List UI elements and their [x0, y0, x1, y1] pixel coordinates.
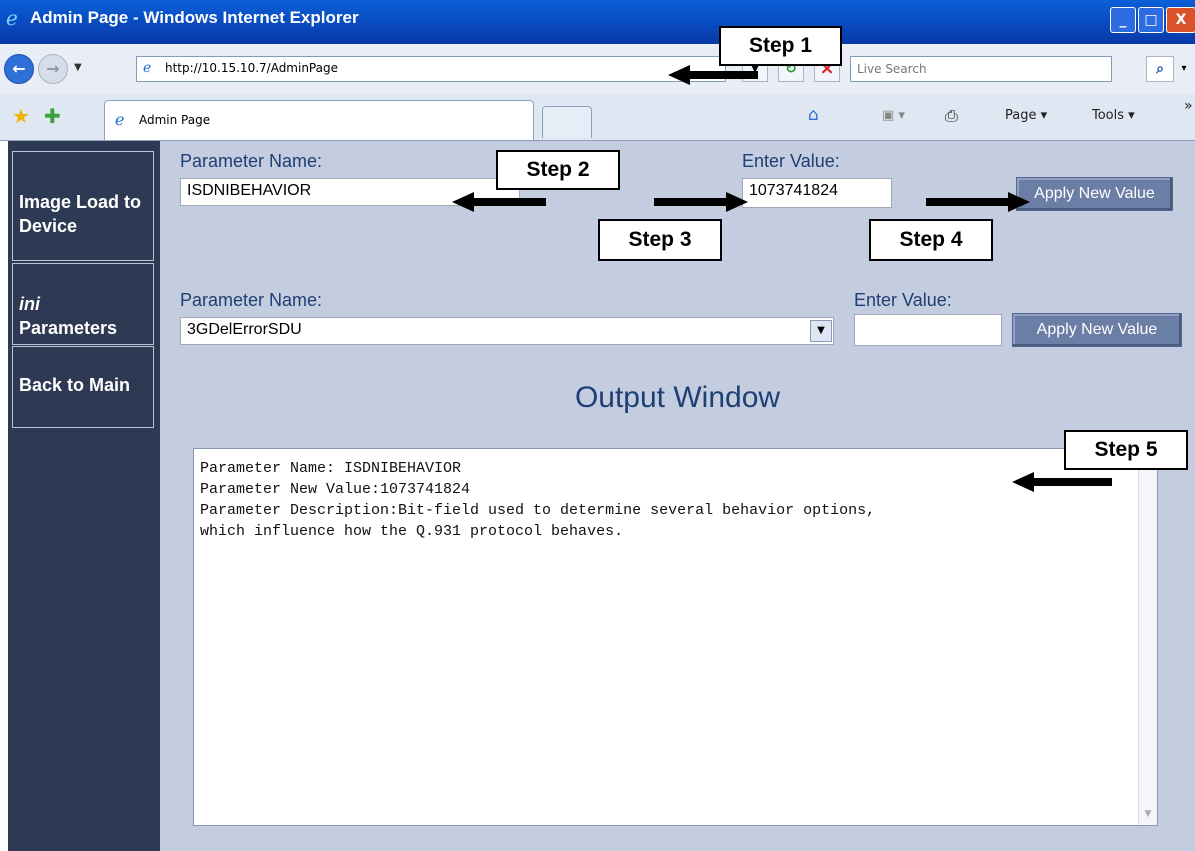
print-icon[interactable]: ⎙ — [945, 106, 958, 126]
more-commands-icon[interactable]: » — [1184, 98, 1193, 114]
nav-label: Back to Main — [19, 375, 131, 395]
nav-label: Parameters — [19, 318, 118, 338]
nav-back-to-main[interactable]: Back to Main — [12, 346, 154, 428]
tab-bar: ★ ✚ ℯ Admin Page ⌂ ▣ ▾ ⎙ Page ▾ Tools ▾ … — [0, 94, 1195, 141]
enter-value-input[interactable] — [854, 314, 1002, 346]
feeds-icon[interactable]: ▣ ▾ — [882, 108, 905, 123]
apply-new-value-button[interactable]: Apply New Value — [1012, 313, 1182, 347]
tab-page-icon: ℯ — [115, 110, 125, 129]
window-title-bar: ℯ Admin Page - Windows Internet Explorer… — [0, 0, 1195, 44]
enter-value-label: Enter Value: — [854, 290, 952, 310]
history-dropdown-icon[interactable]: ▼ — [74, 62, 82, 73]
new-tab-button[interactable] — [542, 106, 592, 138]
step-1-callout: Step 1 — [719, 26, 842, 66]
step-4-callout: Step 4 — [869, 219, 993, 261]
search-icon[interactable]: ⌕ — [1146, 56, 1174, 82]
output-scrollbar[interactable]: ▼ — [1138, 449, 1157, 825]
back-button[interactable]: ← — [4, 54, 34, 84]
step-3-callout: Step 3 — [598, 219, 722, 261]
minimize-button[interactable]: _ — [1110, 7, 1136, 33]
output-textarea[interactable]: Parameter Name: ISDNIBEHAVIOR Parameter … — [193, 448, 1158, 826]
scroll-down-icon[interactable]: ▼ — [1141, 809, 1155, 823]
nav-image-load-to-device[interactable]: Image Load to Device — [12, 151, 154, 261]
maximize-button[interactable]: □ — [1138, 7, 1164, 33]
parameter-name-label: Parameter Name: — [180, 151, 323, 171]
enter-value-input[interactable]: 1073741824 — [742, 178, 892, 208]
enter-value-label: Enter Value: — [742, 151, 840, 171]
address-toolbar: ← → ▼ ℯ http://10.15.10.7/AdminPage ▾ ↻ … — [0, 44, 1195, 95]
close-button[interactable]: X — [1166, 7, 1195, 33]
step-5-callout: Step 5 — [1064, 430, 1188, 470]
output-window-title: Output Window — [574, 381, 781, 414]
nav-ini-parameters[interactable]: ini Parameters — [12, 263, 154, 345]
tools-menu[interactable]: Tools ▾ — [1092, 108, 1135, 123]
page-menu[interactable]: Page ▾ — [1005, 108, 1047, 123]
address-url: http://10.15.10.7/AdminPage — [165, 61, 338, 75]
favorites-star-icon[interactable]: ★ — [12, 104, 30, 128]
step-2-callout: Step 2 — [496, 150, 620, 190]
apply-new-value-button[interactable]: Apply New Value — [1016, 177, 1173, 211]
parameter-name-select[interactable]: 3GDelErrorSDU — [180, 317, 834, 345]
nav-label: Image Load to Device — [19, 192, 142, 236]
page-icon: ℯ — [143, 60, 152, 76]
admin-sidebar: Image Load to Device ini Parameters Back… — [0, 141, 160, 851]
tab-label: Admin Page — [139, 113, 211, 127]
forward-button[interactable]: → — [38, 54, 68, 84]
output-text: Parameter Name: ISDNIBEHAVIOR Parameter … — [200, 460, 876, 540]
address-field[interactable]: ℯ http://10.15.10.7/AdminPage — [136, 56, 726, 82]
tab-admin-page[interactable]: ℯ Admin Page — [104, 100, 534, 140]
add-favorites-icon[interactable]: ✚ — [44, 104, 61, 128]
nav-label-italic: ini — [19, 294, 40, 314]
internet-explorer-icon: ℯ — [6, 6, 18, 30]
parameter-name-label: Parameter Name: — [180, 290, 323, 310]
search-options-dropdown-icon[interactable]: ▾ — [1176, 56, 1192, 82]
window-title: Admin Page - Windows Internet Explorer — [30, 8, 359, 27]
chevron-down-icon[interactable]: ▼ — [810, 320, 832, 342]
search-placeholder: Live Search — [857, 62, 927, 76]
search-input[interactable]: Live Search — [850, 56, 1112, 82]
home-icon[interactable]: ⌂ — [808, 105, 819, 125]
